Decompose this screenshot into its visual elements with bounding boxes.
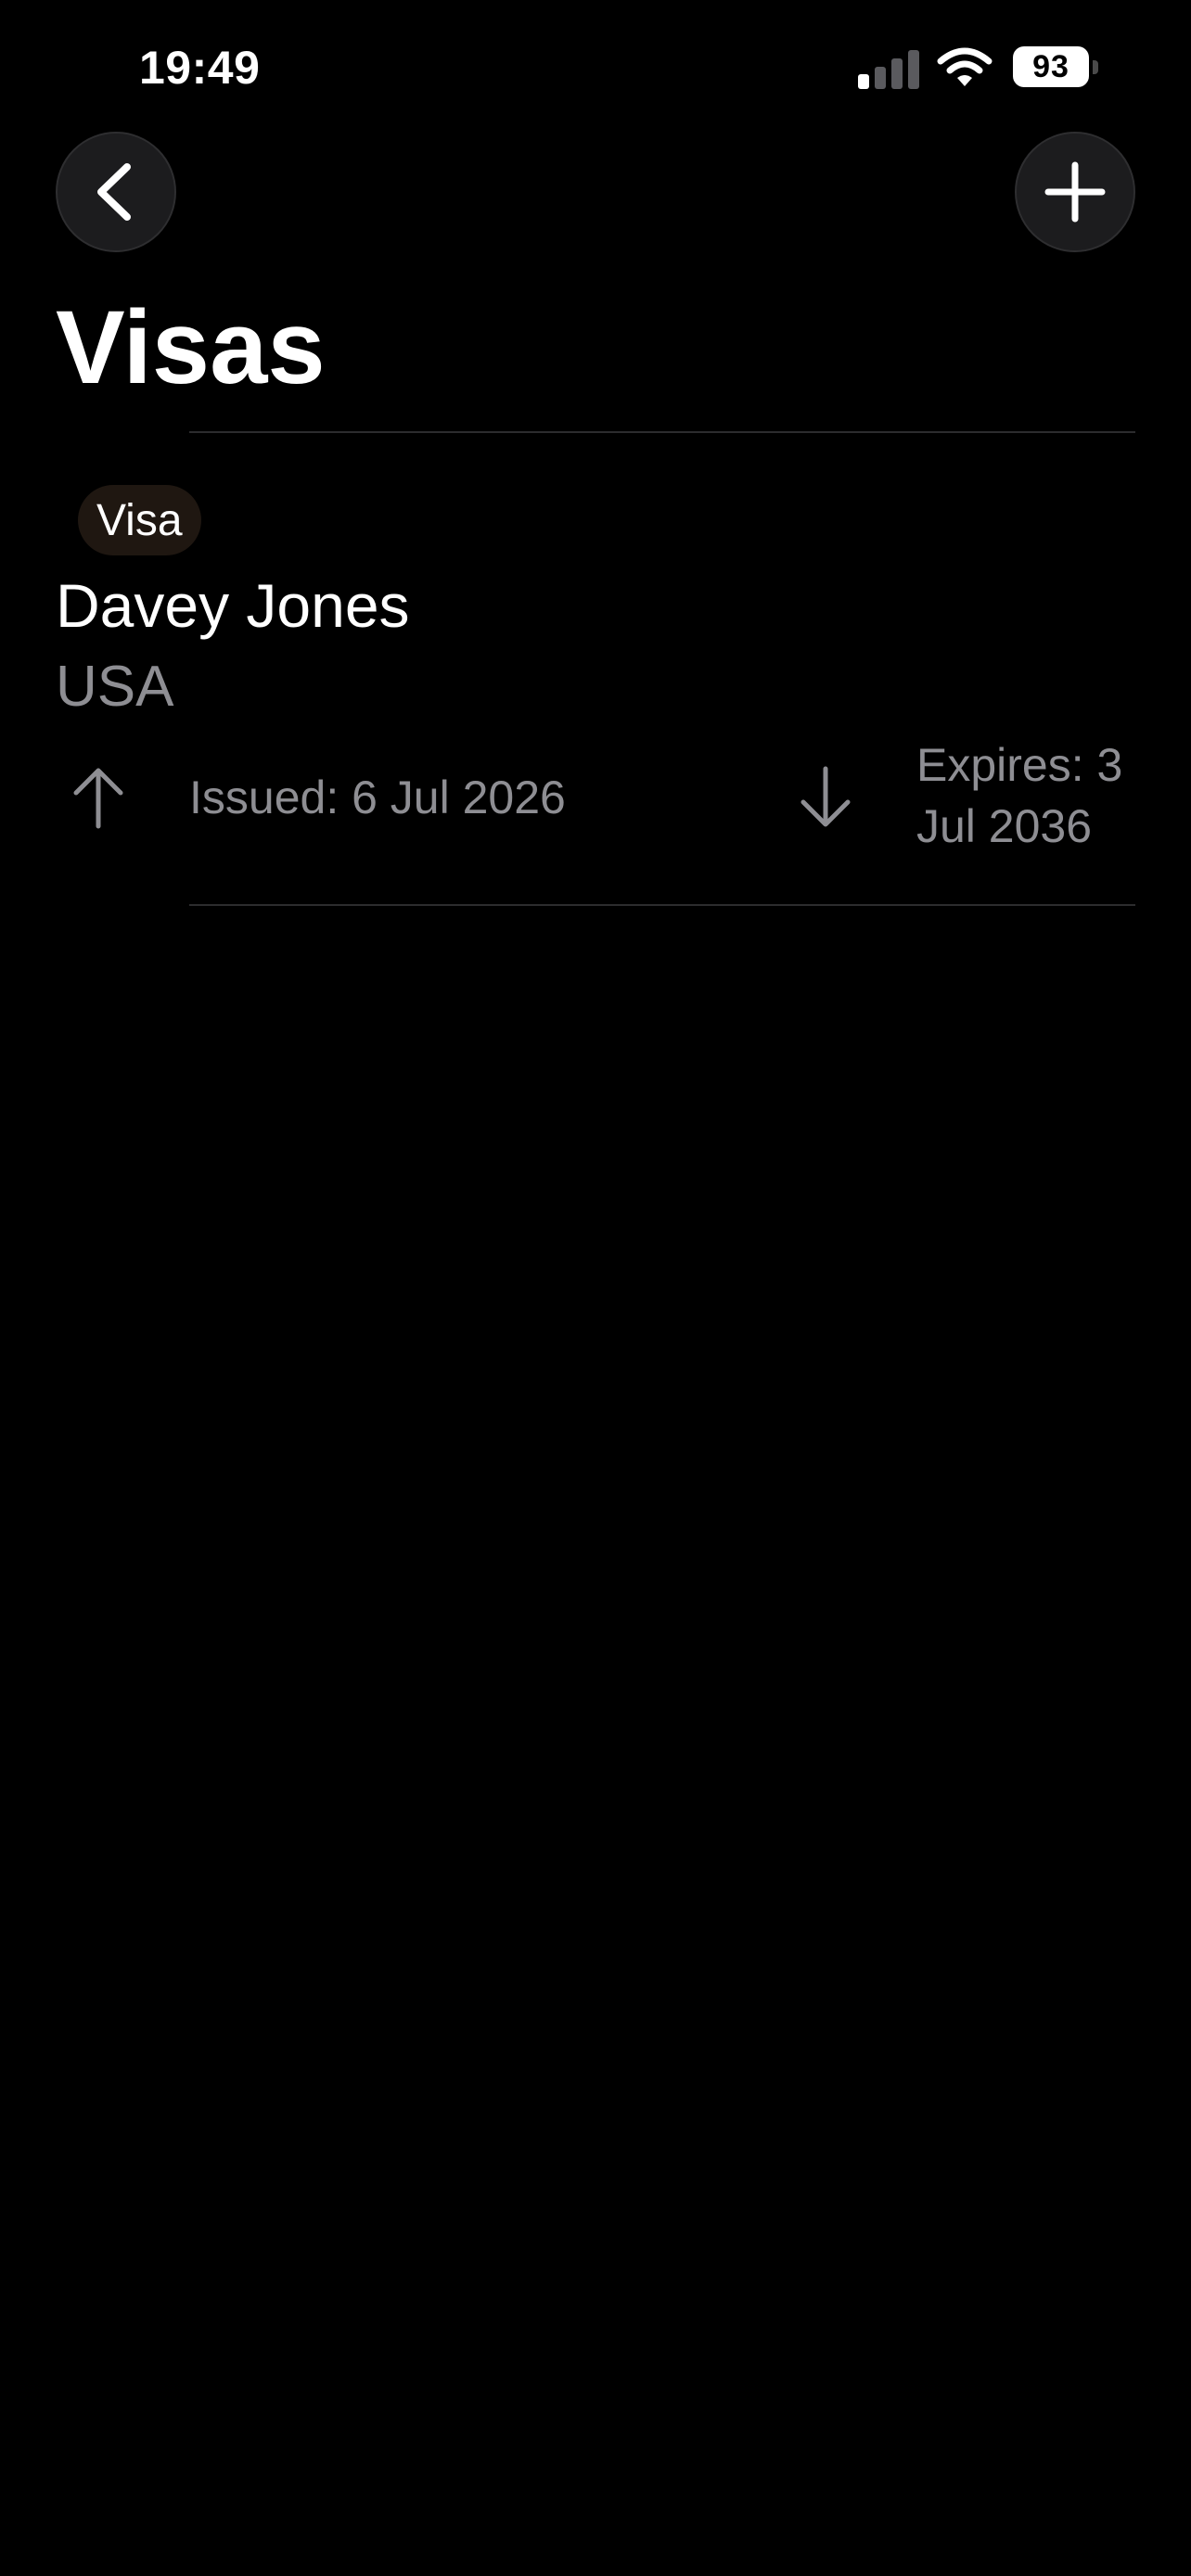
page-title: Visas bbox=[56, 289, 326, 405]
visa-type-badge: Visa bbox=[78, 485, 201, 555]
visas-screen: 19:49 93 Visas Visa Davey Jones USA Issu… bbox=[0, 0, 1191, 2576]
status-time: 19:49 bbox=[139, 42, 261, 94]
list-divider-bottom bbox=[189, 904, 1135, 906]
add-visa-button[interactable] bbox=[1015, 132, 1135, 252]
visa-country: USA bbox=[56, 655, 174, 719]
cellular-signal-icon bbox=[858, 50, 919, 89]
visa-holder-name: Davey Jones bbox=[56, 571, 410, 640]
battery-body: 93 bbox=[1013, 46, 1089, 87]
visa-expiry-date: Expires: 3 Jul 2036 bbox=[916, 739, 1123, 852]
chevron-left-icon bbox=[97, 163, 131, 221]
arrow-down-icon bbox=[800, 766, 851, 827]
visa-type-label: Visa bbox=[96, 495, 183, 545]
plus-icon bbox=[1044, 161, 1106, 223]
back-button[interactable] bbox=[56, 132, 176, 252]
visa-issued-date: Issued: 6 Jul 2026 bbox=[189, 772, 566, 823]
wifi-icon bbox=[937, 47, 992, 86]
battery-tip bbox=[1093, 60, 1098, 74]
battery-level: 93 bbox=[1032, 48, 1069, 84]
visa-list-item[interactable]: Visa Davey Jones USA Issued: 6 Jul 2026 … bbox=[0, 433, 1191, 904]
arrow-up-icon bbox=[73, 768, 123, 829]
battery-icon: 93 bbox=[1013, 46, 1098, 89]
